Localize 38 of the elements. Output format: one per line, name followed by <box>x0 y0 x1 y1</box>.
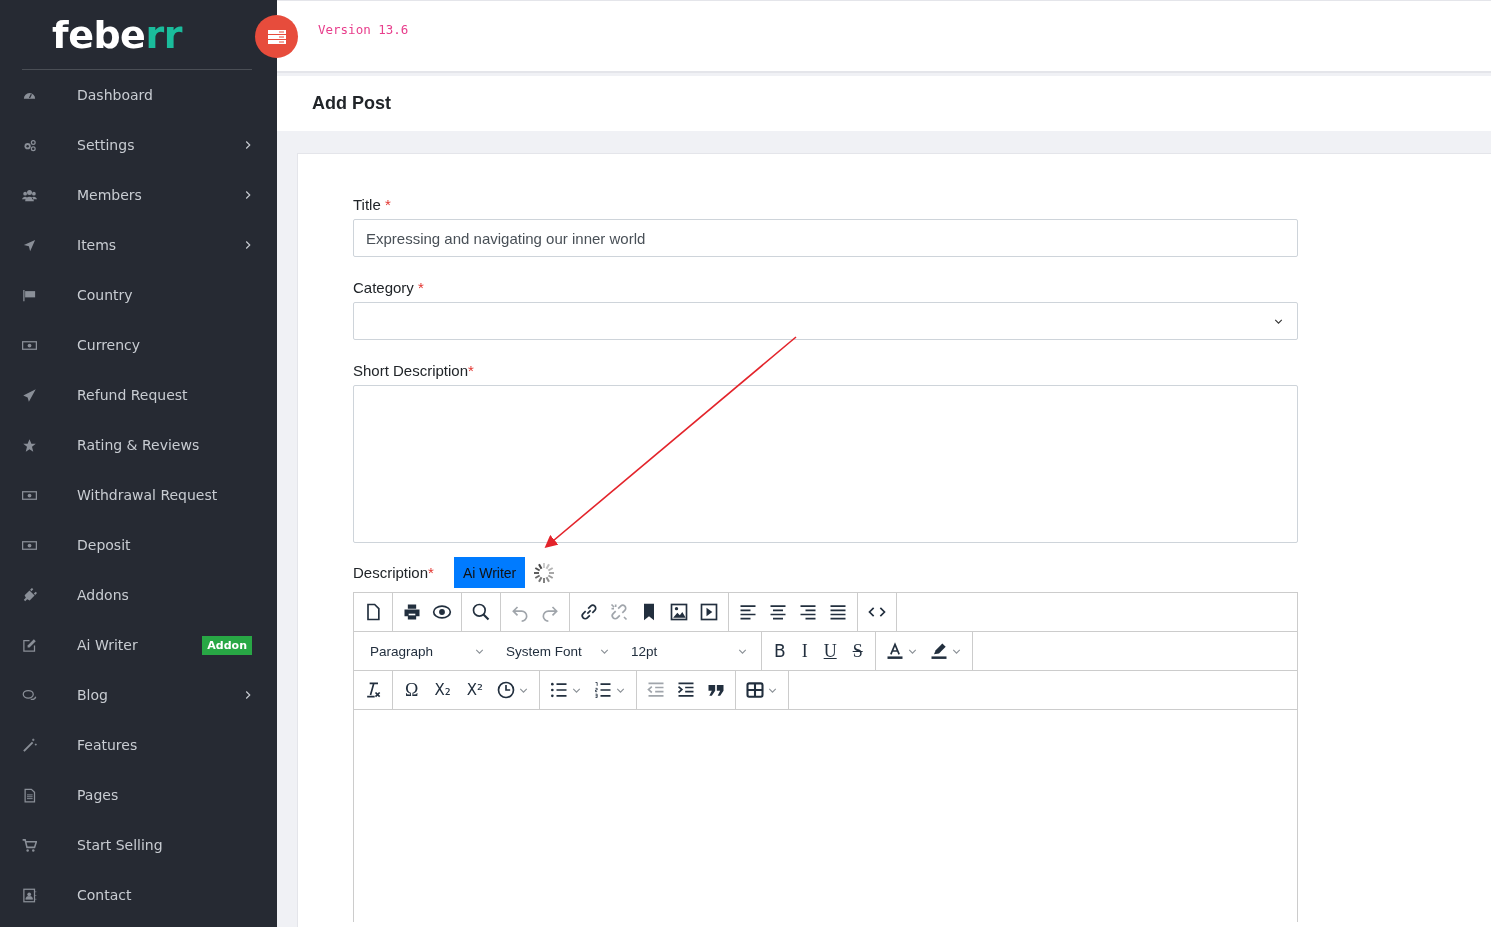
sidebar-item[interactable]: Country <box>0 270 277 320</box>
sidebar-item[interactable]: Blog <box>0 670 277 720</box>
bold-button[interactable]: B <box>766 634 794 668</box>
sidebar-item[interactable]: Members <box>0 170 277 220</box>
sidebar-item[interactable]: Items <box>0 220 277 270</box>
sidebar-item[interactable]: Pages <box>0 770 277 820</box>
sidebar-item[interactable]: Dashboard <box>0 70 277 120</box>
ai-writer-button[interactable]: Ai Writer <box>453 557 526 588</box>
addon-badge: Addon <box>202 635 252 655</box>
format-dropdown[interactable]: Paragraph <box>358 634 494 668</box>
short-description-label: Short Description* <box>353 362 475 379</box>
subscript-button[interactable]: X₂ <box>426 673 459 707</box>
sidebar-item[interactable]: Start Selling <box>0 820 277 870</box>
underline-button[interactable]: U <box>815 634 845 668</box>
brand-logo: feberr <box>52 12 182 57</box>
page-title: Add Post <box>312 93 391 114</box>
sidebar-item[interactable]: Withdrawal Request <box>0 470 277 520</box>
sidebar-item[interactable]: Addons <box>0 570 277 620</box>
strike-button[interactable]: S <box>844 634 871 668</box>
sidebar-item[interactable]: Rating & Reviews <box>0 420 277 470</box>
sidebar-item[interactable]: Contact <box>0 870 277 920</box>
sidebar-item[interactable]: Settings <box>0 120 277 170</box>
sidebar-item[interactable]: Currency <box>0 320 277 370</box>
sidebar-item[interactable]: Features <box>0 720 277 770</box>
rich-text-editor[interactable]: Paragraph System Font 12pt B I U S Ω X₂ X² <box>353 592 1298 922</box>
superscript-button[interactable]: X² <box>458 673 491 707</box>
description-label: Description* <box>353 564 434 581</box>
sidebar-item[interactable]: Deposit <box>0 520 277 570</box>
format-dropdown[interactable]: 12pt <box>619 634 757 668</box>
title-label: Title * <box>353 196 392 213</box>
italic-button[interactable]: I <box>793 634 816 668</box>
sidebar-item[interactable]: Refund Request <box>0 370 277 420</box>
special-character-button[interactable]: Ω <box>397 673 427 707</box>
category-label: Category * <box>353 279 425 296</box>
version-label: Version 13.6 <box>318 22 409 37</box>
sidebar-item[interactable]: Ai Writer Addon <box>0 620 277 670</box>
format-dropdown[interactable]: System Font <box>494 634 619 668</box>
title-input[interactable]: Expressing and navigating our inner world <box>353 219 1298 257</box>
